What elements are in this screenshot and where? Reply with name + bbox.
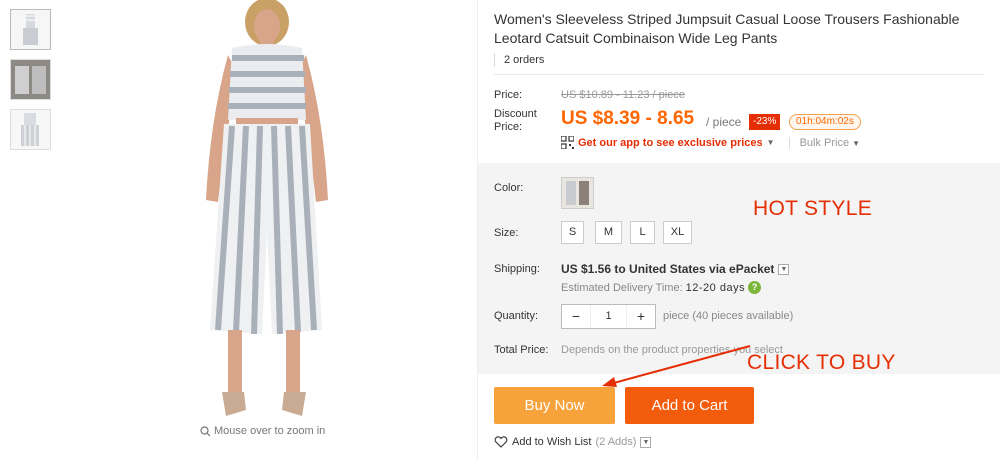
original-price: US $10.89 - 11.23 / piece (561, 89, 685, 101)
shipping-value: US $1.56 to United States via ePacket (561, 262, 775, 276)
qr-code-icon (561, 136, 574, 149)
color-label: Color: (494, 182, 524, 194)
title-separator (494, 74, 984, 75)
availability-text: piece (40 pieces available) (663, 310, 794, 322)
size-option-l[interactable]: L (630, 221, 655, 244)
color-swatch-striped[interactable] (561, 177, 594, 209)
wishlist-row[interactable]: Add to Wish List (2 Adds) ▼ (494, 436, 652, 448)
magnifier-icon (200, 425, 211, 436)
discount-price-label: Discount Price: (494, 108, 537, 133)
zoom-hint: Mouse over to zoom in (200, 425, 325, 437)
quantity-increase-button[interactable]: + (627, 305, 655, 328)
size-option-m[interactable]: M (595, 221, 622, 244)
bulk-price-caret-icon: ▼ (852, 138, 861, 148)
size-label: Size: (494, 227, 519, 239)
help-icon[interactable]: ? (748, 281, 762, 294)
hot-style-annotation: HOT STYLE (753, 197, 873, 220)
product-title: Women's Sleeveless Striped Jumpsuit Casu… (494, 11, 960, 46)
main-product-image[interactable] (60, 0, 475, 425)
thumbnail-list (10, 9, 52, 159)
per-piece-unit: / piece (706, 115, 742, 129)
buy-now-button[interactable]: Buy Now (494, 387, 615, 424)
shipping-selector[interactable]: US $1.56 to United States via ePacket ▼ (561, 262, 790, 276)
bulk-price-label: Bulk Price (799, 136, 850, 149)
thumbnail-1[interactable] (10, 9, 51, 50)
add-to-cart-button[interactable]: Add to Cart (625, 387, 754, 424)
heart-icon (494, 436, 508, 448)
shipping-label: Shipping: (494, 263, 540, 275)
quantity-label: Quantity: (494, 310, 539, 322)
wishlist-dropdown-icon[interactable]: ▼ (640, 436, 652, 448)
app-promo-caret-icon[interactable]: ▼ (767, 138, 775, 147)
app-promo-link[interactable]: Get our app to see exclusive prices (578, 137, 763, 149)
discount-price: US $8.39 - 8.65 (561, 108, 695, 129)
delivery-estimate: Estimated Delivery Time: 12-20 days ? (561, 281, 762, 294)
quantity-stepper: − 1 + (561, 304, 656, 329)
zoom-hint-text: Mouse over to zoom in (214, 425, 326, 437)
delivery-days: 12-20 days (685, 281, 746, 294)
price-label: Price: (494, 89, 523, 101)
discount-badge: -23% (749, 114, 781, 130)
quantity-decrease-button[interactable]: − (562, 305, 590, 328)
size-option-s[interactable]: S (561, 221, 584, 244)
red-arrow-annotation (602, 345, 751, 387)
shipping-dropdown-icon[interactable]: ▼ (778, 263, 790, 275)
wishlist-count: (2 Adds) (595, 436, 637, 448)
bulk-price-toggle[interactable]: Bulk Price ▼ (788, 136, 861, 149)
delivery-label: Estimated Delivery Time: (561, 281, 683, 294)
click-to-buy-annotation: CLICK TO BUY (747, 351, 896, 374)
total-price-label: Total Price: (494, 344, 549, 356)
quantity-input[interactable]: 1 (590, 305, 627, 328)
countdown-timer: 01h:04m:02s (789, 114, 861, 130)
thumbnail-2[interactable] (10, 59, 51, 100)
size-option-xl[interactable]: XL (663, 221, 692, 244)
order-count[interactable]: 2 orders (494, 53, 544, 67)
thumbnail-3[interactable] (10, 109, 51, 150)
wishlist-label[interactable]: Add to Wish List (512, 436, 591, 448)
app-promo-row: Get our app to see exclusive prices ▼ Bu… (561, 136, 860, 149)
